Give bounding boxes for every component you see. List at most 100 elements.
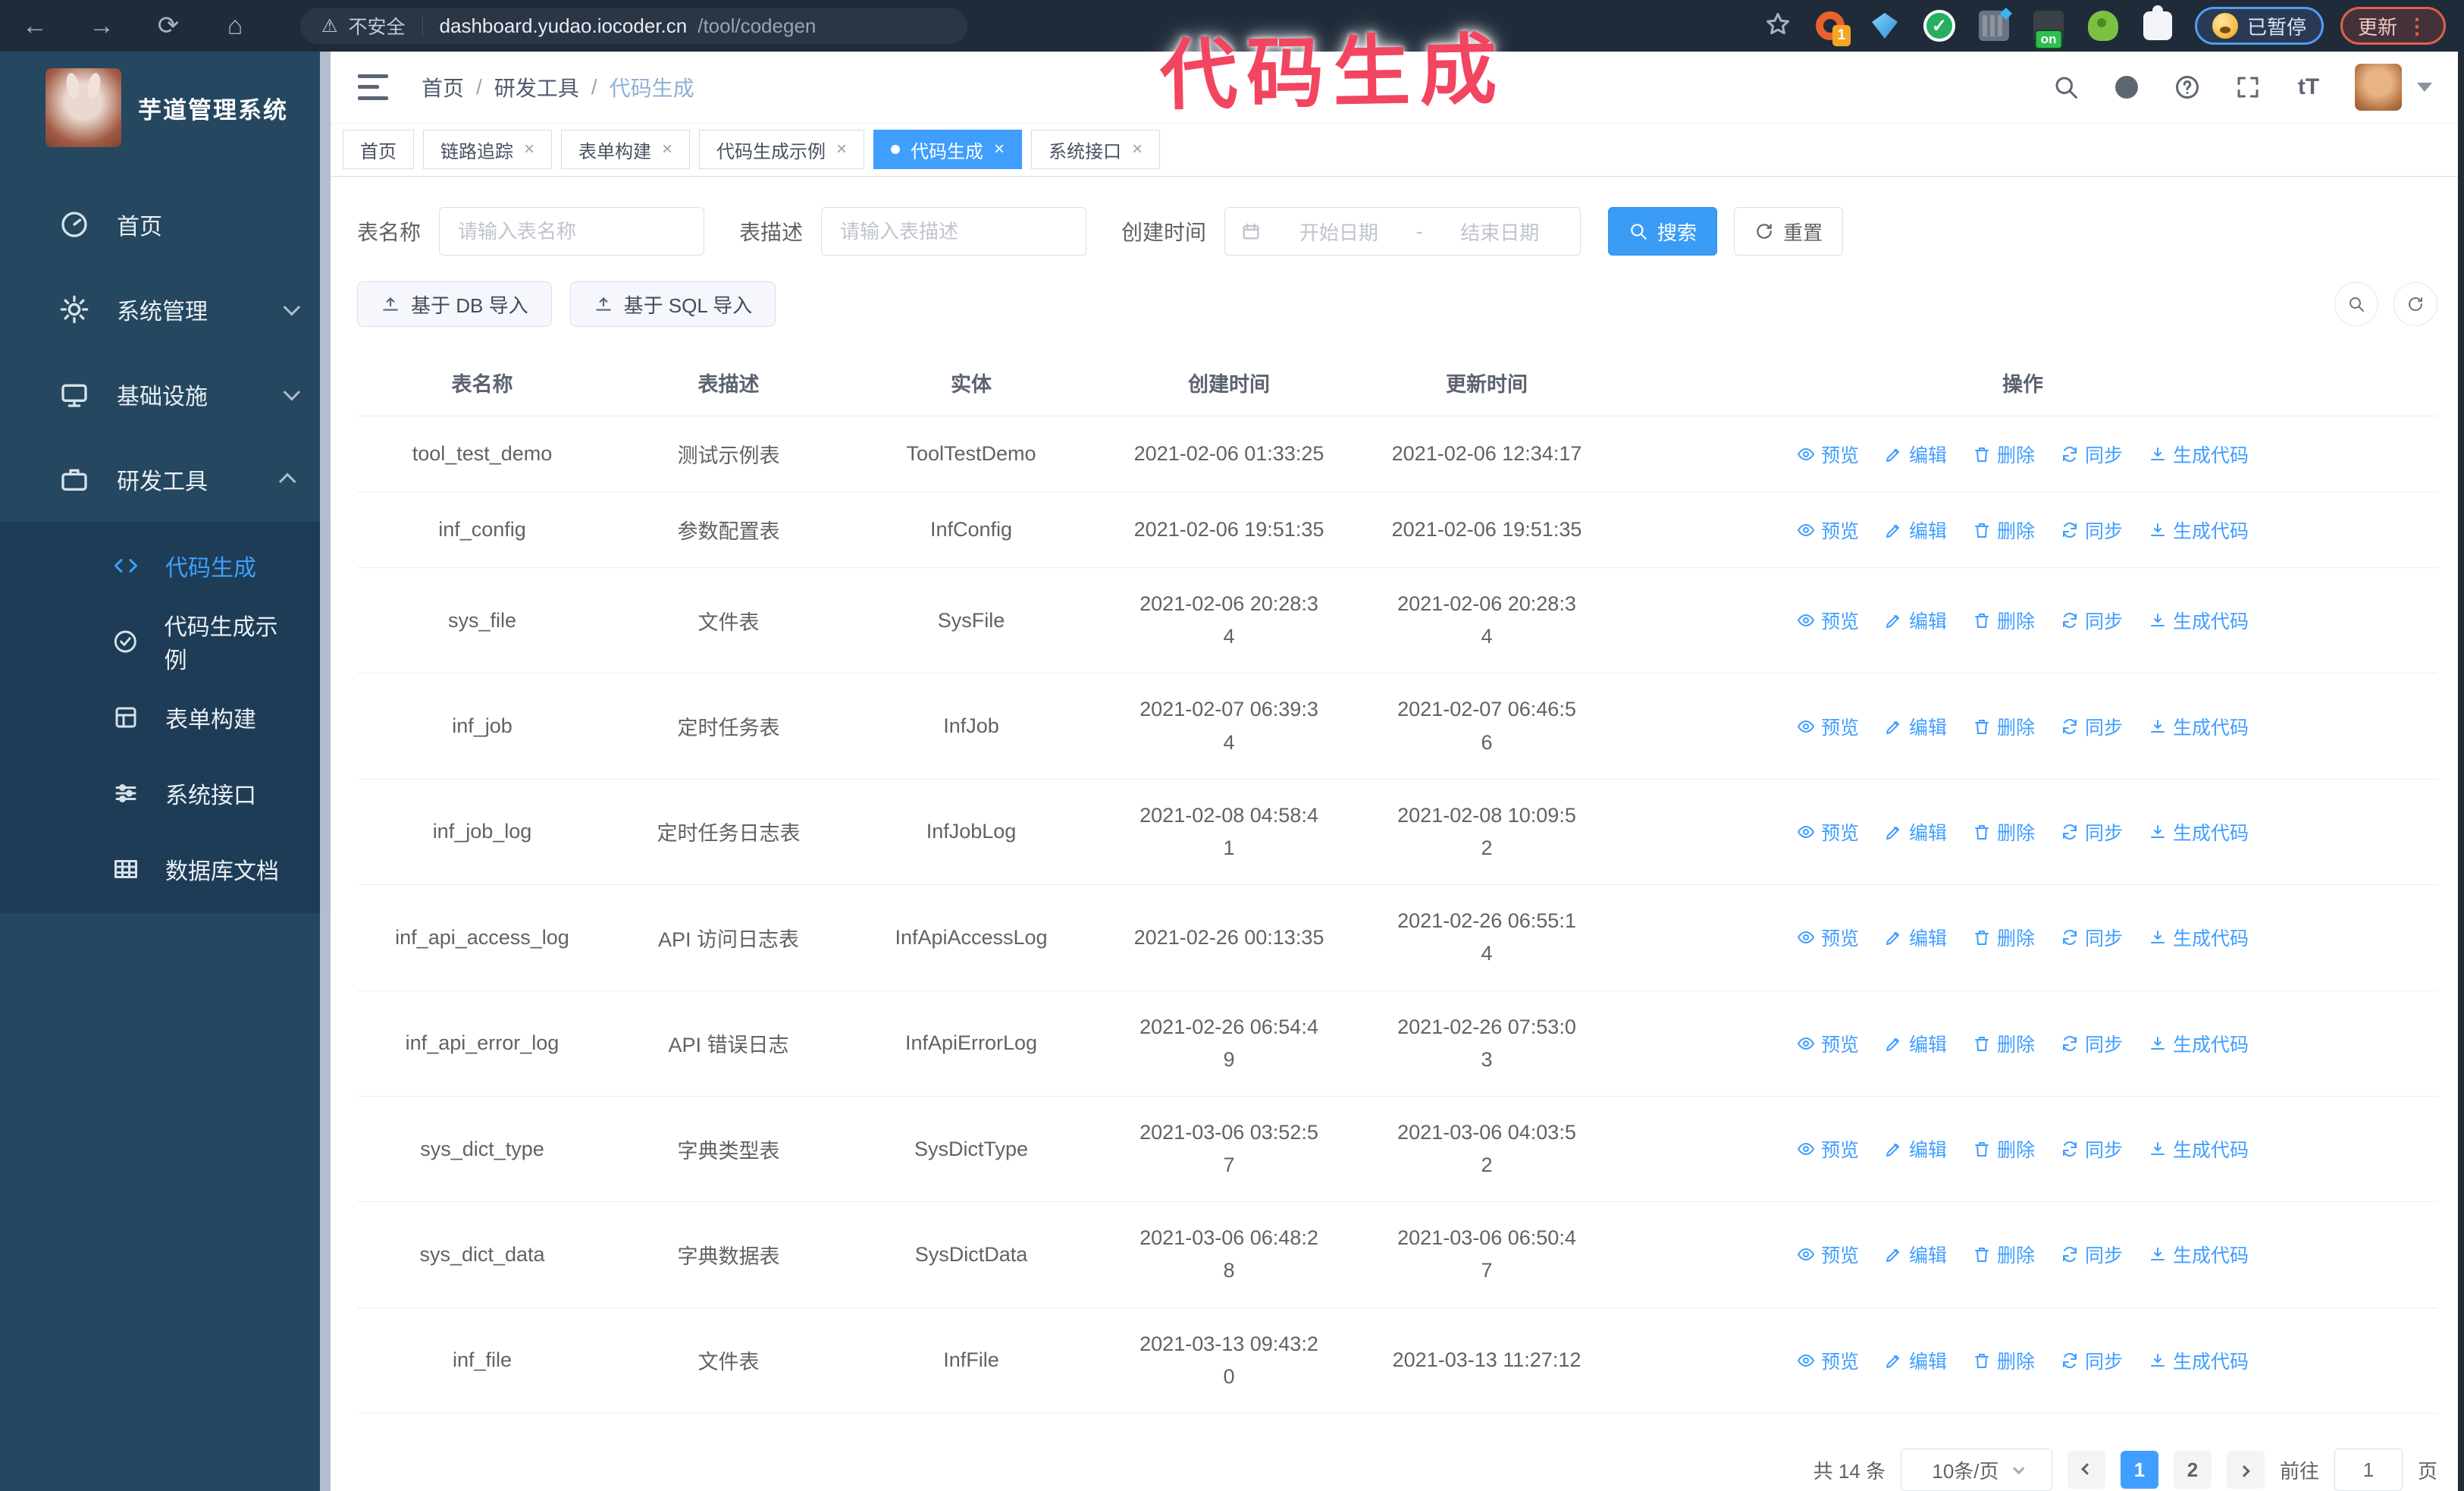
next-page-button[interactable] xyxy=(2226,1451,2265,1489)
tab-form-builder[interactable]: 表单构建 × xyxy=(561,130,691,170)
tab-codegen-example[interactable]: 代码生成示例 × xyxy=(699,130,865,170)
delete-link[interactable]: 删除 xyxy=(1973,607,2035,634)
delete-link[interactable]: 删除 xyxy=(1973,1030,2035,1057)
sync-link[interactable]: 同步 xyxy=(2061,1135,2123,1163)
generate-code-link[interactable]: 生成代码 xyxy=(2149,516,2249,544)
generate-code-link[interactable]: 生成代码 xyxy=(2149,607,2249,634)
generate-code-link[interactable]: 生成代码 xyxy=(2149,713,2249,740)
avatar[interactable] xyxy=(2355,63,2402,111)
close-icon[interactable]: × xyxy=(662,139,672,160)
edit-link[interactable]: 编辑 xyxy=(1885,441,1947,468)
sync-link[interactable]: 同步 xyxy=(2061,713,2123,740)
extension-check-icon[interactable]: ✓ xyxy=(1922,8,1957,43)
sidebar-item-home[interactable]: 首页 xyxy=(0,182,331,267)
import-sql-button[interactable]: 基于 SQL 导入 xyxy=(569,281,776,327)
delete-link[interactable]: 删除 xyxy=(1973,713,2035,740)
sidebar-item-system-api[interactable]: 系统接口 xyxy=(0,755,331,831)
hamburger-icon[interactable] xyxy=(358,74,388,100)
generate-code-link[interactable]: 生成代码 xyxy=(2149,924,2249,951)
delete-link[interactable]: 删除 xyxy=(1973,441,2035,468)
preview-link[interactable]: 预览 xyxy=(1797,441,1859,468)
back-icon[interactable]: ← xyxy=(18,9,52,42)
reset-button[interactable]: 重置 xyxy=(1734,207,1844,256)
edit-link[interactable]: 编辑 xyxy=(1885,1347,1947,1374)
sidebar-item-codegen[interactable]: 代码生成 xyxy=(0,528,331,604)
delete-link[interactable]: 删除 xyxy=(1973,1135,2035,1163)
column-header-table-name[interactable]: 表名称 xyxy=(357,350,607,416)
delete-link[interactable]: 删除 xyxy=(1973,516,2035,544)
breadcrumb-dev-tools[interactable]: 研发工具 xyxy=(494,72,579,102)
sidebar-item-dev-tools[interactable]: 研发工具 xyxy=(0,437,331,522)
prev-page-button[interactable] xyxy=(2067,1451,2105,1489)
sidebar-item-codegen-example[interactable]: 代码生成示例 xyxy=(0,604,331,680)
delete-link[interactable]: 删除 xyxy=(1973,924,2035,951)
edit-link[interactable]: 编辑 xyxy=(1885,607,1947,634)
generate-code-link[interactable]: 生成代码 xyxy=(2149,818,2249,846)
column-header-entity[interactable]: 实体 xyxy=(850,350,1092,416)
generate-code-link[interactable]: 生成代码 xyxy=(2149,1030,2249,1057)
preview-link[interactable]: 预览 xyxy=(1797,607,1859,634)
fullscreen-icon[interactable] xyxy=(2230,70,2265,105)
extension-columns-icon[interactable] xyxy=(1977,8,2011,43)
sync-link[interactable]: 同步 xyxy=(2061,516,2123,544)
page-button-2[interactable]: 2 xyxy=(2173,1451,2212,1489)
toggle-search-button[interactable] xyxy=(2334,282,2378,326)
tab-codegen[interactable]: 代码生成 × xyxy=(873,130,1023,170)
preview-link[interactable]: 预览 xyxy=(1797,1135,1859,1163)
edit-link[interactable]: 编辑 xyxy=(1885,516,1947,544)
text-size-icon[interactable]: tT xyxy=(2291,70,2326,105)
sidebar-item-infrastructure[interactable]: 基础设施 xyxy=(0,352,331,437)
preview-link[interactable]: 预览 xyxy=(1797,924,1859,951)
sync-link[interactable]: 同步 xyxy=(2061,818,2123,846)
edit-link[interactable]: 编辑 xyxy=(1885,924,1947,951)
generate-code-link[interactable]: 生成代码 xyxy=(2149,1241,2249,1268)
sync-link[interactable]: 同步 xyxy=(2061,1241,2123,1268)
delete-link[interactable]: 删除 xyxy=(1973,818,2035,846)
edit-link[interactable]: 编辑 xyxy=(1885,1241,1947,1268)
generate-code-link[interactable]: 生成代码 xyxy=(2149,1347,2249,1374)
extension-green-icon[interactable] xyxy=(2086,8,2121,43)
page-button-1[interactable]: 1 xyxy=(2120,1451,2158,1489)
refresh-table-button[interactable] xyxy=(2393,282,2437,326)
sync-link[interactable]: 同步 xyxy=(2061,924,2123,951)
extensions-puzzle-icon[interactable] xyxy=(2140,5,2175,43)
goto-page-input[interactable] xyxy=(2334,1449,2403,1491)
forward-icon[interactable]: → xyxy=(85,9,118,42)
github-icon[interactable] xyxy=(2109,70,2144,105)
tab-system-api[interactable]: 系统接口 × xyxy=(1031,130,1161,170)
edit-link[interactable]: 编辑 xyxy=(1885,1135,1947,1163)
bookmark-star-icon[interactable] xyxy=(1764,11,1792,42)
close-icon[interactable]: × xyxy=(1132,139,1143,160)
sync-link[interactable]: 同步 xyxy=(2061,441,2123,468)
search-button[interactable]: 搜索 xyxy=(1608,207,1718,256)
generate-code-link[interactable]: 生成代码 xyxy=(2149,1135,2249,1163)
home-icon[interactable]: ⌂ xyxy=(218,9,252,42)
caret-down-icon[interactable] xyxy=(2417,82,2432,92)
sidebar-item-system-management[interactable]: 系统管理 xyxy=(0,267,331,352)
table-desc-input[interactable] xyxy=(821,207,1087,256)
browser-update-chip[interactable]: 更新 ⋮ xyxy=(2340,7,2446,45)
edit-link[interactable]: 编辑 xyxy=(1885,818,1947,846)
close-icon[interactable]: × xyxy=(836,139,847,160)
sync-link[interactable]: 同步 xyxy=(2061,607,2123,634)
edit-link[interactable]: 编辑 xyxy=(1885,713,1947,740)
breadcrumb-home[interactable]: 首页 xyxy=(422,72,464,102)
page-size-select[interactable]: 10条/页 xyxy=(1900,1449,2052,1491)
tab-trace[interactable]: 链路追踪 × xyxy=(423,130,553,170)
tab-home[interactable]: 首页 xyxy=(343,130,414,170)
generate-code-link[interactable]: 生成代码 xyxy=(2149,441,2249,468)
preview-link[interactable]: 预览 xyxy=(1797,516,1859,544)
sync-link[interactable]: 同步 xyxy=(2061,1347,2123,1374)
sync-link[interactable]: 同步 xyxy=(2061,1030,2123,1057)
window-scrollbar[interactable] xyxy=(2458,52,2464,1491)
address-bar[interactable]: ⚠ 不安全 dashboard.yudao.iocoder.cn/tool/co… xyxy=(300,8,967,44)
preview-link[interactable]: 预览 xyxy=(1797,818,1859,846)
column-header-update-time[interactable]: 更新时间 xyxy=(1365,350,1608,416)
question-icon[interactable] xyxy=(2170,70,2205,105)
extension-gem-icon[interactable] xyxy=(1867,8,1902,43)
delete-link[interactable]: 删除 xyxy=(1973,1241,2035,1268)
sidebar-item-db-doc[interactable]: 数据库文档 xyxy=(0,831,331,907)
import-db-button[interactable]: 基于 DB 导入 xyxy=(357,281,552,327)
search-icon[interactable] xyxy=(2049,70,2083,105)
column-header-create-time[interactable]: 创建时间 xyxy=(1092,350,1365,416)
